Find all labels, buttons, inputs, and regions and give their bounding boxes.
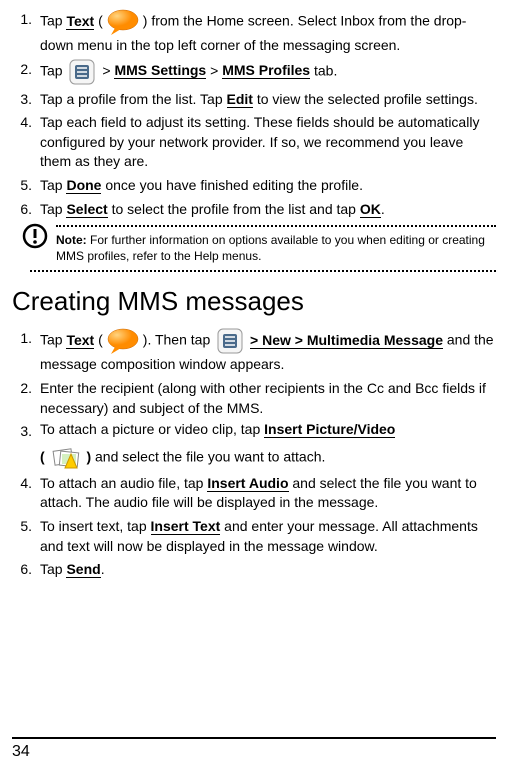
send-label: Send [66,561,100,578]
step-5: 5. Tap Done once you have finished editi… [12,174,496,196]
page-footer: 34 [12,737,496,761]
step-num: 4. [12,111,40,172]
ok-label: OK [360,201,381,218]
stepb-3: 3. To attach a picture or video clip, ta… [12,420,496,470]
stepb-6: 6. Tap Send. [12,558,496,580]
note-label: Note: [56,233,87,247]
stepb-5: 5. To insert text, tap Insert Text and e… [12,515,496,556]
page-number: 34 [12,743,30,760]
menu-icon [216,327,244,355]
step-body: To attach an audio file, tap Insert Audi… [40,472,496,513]
step-body: Enter the recipient (along with other re… [40,377,496,418]
mms-profiles-label: MMS Profiles [222,62,310,79]
step-num: 3. [12,88,40,110]
step-num: 2. [12,377,40,418]
step-1: 1. Tap Text () from the Home screen. Sel… [12,8,496,56]
attach-picture-icon [51,446,81,470]
dashed-line-bottom [30,270,496,272]
create-mms-steps: 1. Tap Text (). Then tap > New > Multime… [12,327,496,579]
insert-text-label: Insert Text [151,518,221,535]
step-num: 5. [12,174,40,196]
step-body: Tap a profile from the list. Tap Edit to… [40,88,496,110]
stepb-4: 4. To attach an audio file, tap Insert A… [12,472,496,513]
menu-icon [68,58,96,86]
step-num: 5. [12,515,40,556]
done-label: Done [66,177,101,194]
step-body: Tap Send. [40,558,496,580]
step-2: 2. Tap > MMS Settings > MMS Profiles tab… [12,58,496,86]
step-body: Tap > MMS Settings > MMS Profiles tab. [40,58,496,86]
stepb-2: 2. Enter the recipient (along with other… [12,377,496,418]
step-3: 3. Tap a profile from the list. Tap Edit… [12,88,496,110]
mms-profile-steps: 1. Tap Text () from the Home screen. Sel… [12,8,496,219]
note-block: Note: For further information on options… [22,225,496,272]
step-body: Tap Select to select the profile from th… [40,198,496,220]
text-app-label: Text [66,13,94,30]
insert-audio-label: Insert Audio [207,475,288,492]
step-num: 1. [12,8,40,56]
step-num: 6. [12,558,40,580]
step-num: 1. [12,327,40,375]
speech-bubble-icon [105,327,141,355]
insert-pic-label: Insert Picture/Video [264,421,395,438]
step-body: Tap Text () from the Home screen. Select… [40,8,496,56]
edit-label: Edit [227,91,253,108]
warning-icon [22,223,48,252]
stepb-1: 1. Tap Text (). Then tap > New > Multime… [12,327,496,375]
mms-settings-label: MMS Settings [114,62,206,79]
text-app-label: Text [66,332,94,349]
step-6: 6. Tap Select to select the profile from… [12,198,496,220]
note-text: Note: For further information on options… [56,233,496,264]
select-label: Select [66,201,107,218]
step-body: Tap Text (). Then tap > New > Multimedia… [40,327,496,375]
step-num: 4. [12,472,40,513]
speech-bubble-icon [105,8,141,36]
step-num: 6. [12,198,40,220]
step-body: To insert text, tap Insert Text and ente… [40,515,496,556]
section-heading: Creating MMS messages [12,286,496,317]
step-4: 4. Tap each field to adjust its setting.… [12,111,496,172]
step-body: Tap each field to adjust its setting. Th… [40,111,496,172]
step-num: 2. [12,58,40,86]
step-num: 3. [12,420,40,470]
dashed-line-top [56,225,496,227]
step-body: Tap Done once you have finished editing … [40,174,496,196]
new-multimedia-label: > New > Multimedia Message [250,332,443,349]
step-body: To attach a picture or video clip, tap I… [40,420,496,470]
